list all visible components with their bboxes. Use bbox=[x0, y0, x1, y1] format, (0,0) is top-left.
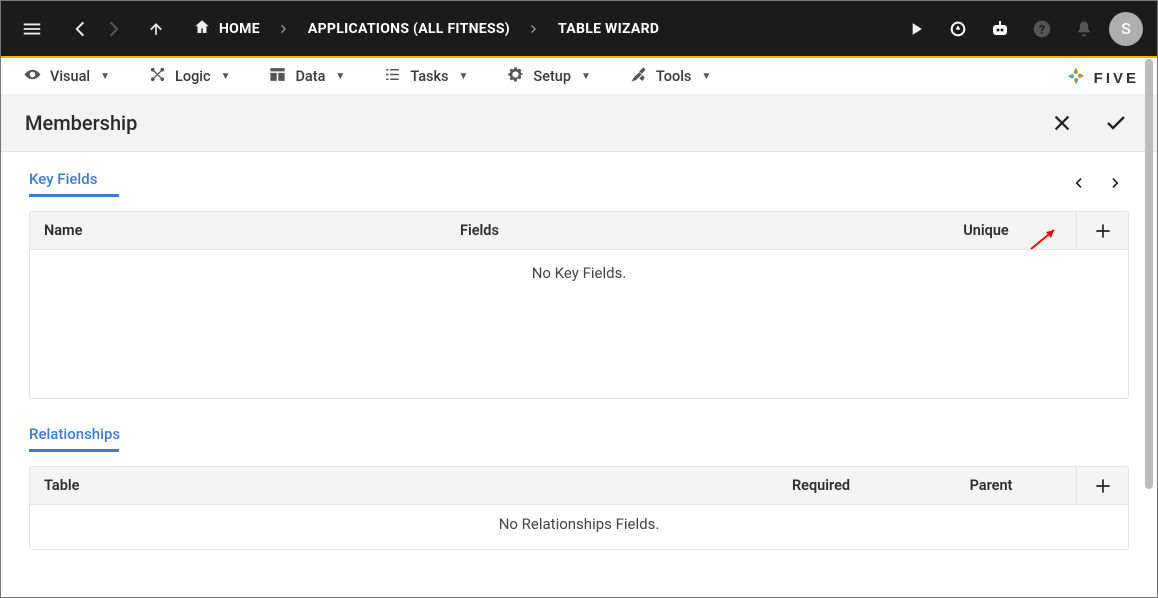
nav-back-icon[interactable] bbox=[63, 12, 97, 46]
relationships-panel: Table Required Parent No Relationships F… bbox=[29, 466, 1129, 550]
pager-next-button[interactable] bbox=[1103, 170, 1129, 196]
content-area: Key Fields Name Fields Unique No Key Fie… bbox=[1, 152, 1157, 597]
menu-tasks[interactable]: Tasks ▼ bbox=[377, 65, 490, 88]
avatar[interactable]: S bbox=[1109, 12, 1143, 46]
breadcrumb-label: HOME bbox=[219, 21, 260, 37]
menu-label: Tools bbox=[656, 68, 691, 85]
table-header: Table Required Parent bbox=[30, 467, 1128, 505]
menu-label: Visual bbox=[50, 68, 90, 85]
add-relationship-button[interactable] bbox=[1076, 467, 1128, 504]
home-icon bbox=[193, 18, 211, 40]
grid-icon bbox=[268, 65, 287, 88]
breadcrumb-applications[interactable]: APPLICATIONS (ALL FITNESS) bbox=[294, 15, 524, 43]
menu-label: Data bbox=[295, 68, 325, 85]
notifications-bell-icon[interactable] bbox=[1067, 12, 1101, 46]
menu-data[interactable]: Data ▼ bbox=[262, 65, 367, 88]
menu-logic[interactable]: Logic ▼ bbox=[142, 65, 252, 88]
hamburger-menu-icon[interactable] bbox=[15, 12, 49, 46]
table-header: Name Fields Unique bbox=[30, 212, 1128, 250]
tools-icon bbox=[629, 65, 648, 88]
menu-setup[interactable]: Setup ▼ bbox=[500, 65, 613, 88]
menu-tools[interactable]: Tools ▼ bbox=[623, 65, 733, 88]
chevron-right-icon bbox=[274, 19, 294, 39]
menu-label: Setup bbox=[533, 68, 571, 85]
add-key-field-button[interactable] bbox=[1076, 212, 1128, 249]
section-header-key-fields: Key Fields bbox=[29, 170, 1129, 196]
chevron-down-icon: ▼ bbox=[335, 71, 345, 82]
brand-icon bbox=[1066, 66, 1086, 90]
menu-label: Tasks bbox=[410, 68, 448, 85]
pager-prev-button[interactable] bbox=[1065, 170, 1091, 196]
breadcrumb-label: APPLICATIONS (ALL FITNESS) bbox=[308, 21, 510, 37]
chevron-down-icon: ▼ bbox=[221, 71, 231, 82]
list-icon bbox=[383, 65, 402, 88]
chevron-down-icon: ▼ bbox=[100, 71, 110, 82]
section-pager bbox=[1065, 170, 1129, 196]
nav-forward-icon bbox=[97, 12, 131, 46]
breadcrumb-home[interactable]: HOME bbox=[179, 12, 274, 46]
menu-bar: Visual ▼ Logic ▼ Data ▼ Tasks ▼ Setup ▼ … bbox=[1, 58, 1157, 95]
close-button[interactable] bbox=[1047, 108, 1077, 138]
chevron-down-icon: ▼ bbox=[581, 71, 591, 82]
menu-visual[interactable]: Visual ▼ bbox=[17, 65, 132, 88]
breadcrumb: HOME APPLICATIONS (ALL FITNESS) TABLE WI… bbox=[179, 12, 899, 46]
chevron-right-icon bbox=[524, 19, 544, 39]
column-header-parent: Parent bbox=[906, 477, 1076, 494]
section-title: Key Fields bbox=[29, 170, 97, 196]
column-header-fields: Fields bbox=[430, 222, 896, 239]
breadcrumb-table-wizard[interactable]: TABLE WIZARD bbox=[544, 15, 673, 43]
menu-label: Logic bbox=[175, 68, 211, 85]
avatar-initial: S bbox=[1121, 19, 1131, 38]
top-bar: HOME APPLICATIONS (ALL FITNESS) TABLE WI… bbox=[1, 1, 1157, 56]
scrollbar-thumb[interactable] bbox=[1145, 59, 1153, 489]
nav-up-icon[interactable] bbox=[139, 12, 173, 46]
explore-icon[interactable] bbox=[941, 12, 975, 46]
breadcrumb-label: TABLE WIZARD bbox=[558, 21, 659, 37]
chevron-down-icon: ▼ bbox=[459, 71, 469, 82]
column-header-name: Name bbox=[30, 222, 430, 239]
bot-icon[interactable] bbox=[983, 12, 1017, 46]
run-play-icon[interactable] bbox=[899, 12, 933, 46]
eye-icon bbox=[23, 65, 42, 88]
title-bar: Membership bbox=[1, 95, 1157, 152]
empty-state-text: No Key Fields. bbox=[30, 250, 1128, 398]
gear-icon bbox=[506, 65, 525, 88]
topbar-actions: S bbox=[899, 12, 1143, 46]
vertical-scrollbar[interactable] bbox=[1141, 59, 1156, 489]
page-title: Membership bbox=[25, 111, 137, 135]
logic-icon bbox=[148, 65, 167, 88]
key-fields-panel: Name Fields Unique No Key Fields. bbox=[29, 211, 1129, 399]
empty-state-text: No Relationships Fields. bbox=[30, 505, 1128, 549]
chevron-down-icon: ▼ bbox=[701, 71, 711, 82]
confirm-button[interactable] bbox=[1101, 108, 1131, 138]
brand-logo: FIVE bbox=[1066, 66, 1139, 90]
column-header-table: Table bbox=[30, 477, 736, 494]
title-actions bbox=[1047, 108, 1131, 138]
column-header-required: Required bbox=[736, 477, 906, 494]
help-icon[interactable] bbox=[1025, 12, 1059, 46]
section-header-relationships: Relationships bbox=[29, 425, 1129, 451]
section-title: Relationships bbox=[29, 425, 120, 451]
brand-text: FIVE bbox=[1094, 70, 1139, 87]
column-header-unique: Unique bbox=[896, 222, 1076, 239]
